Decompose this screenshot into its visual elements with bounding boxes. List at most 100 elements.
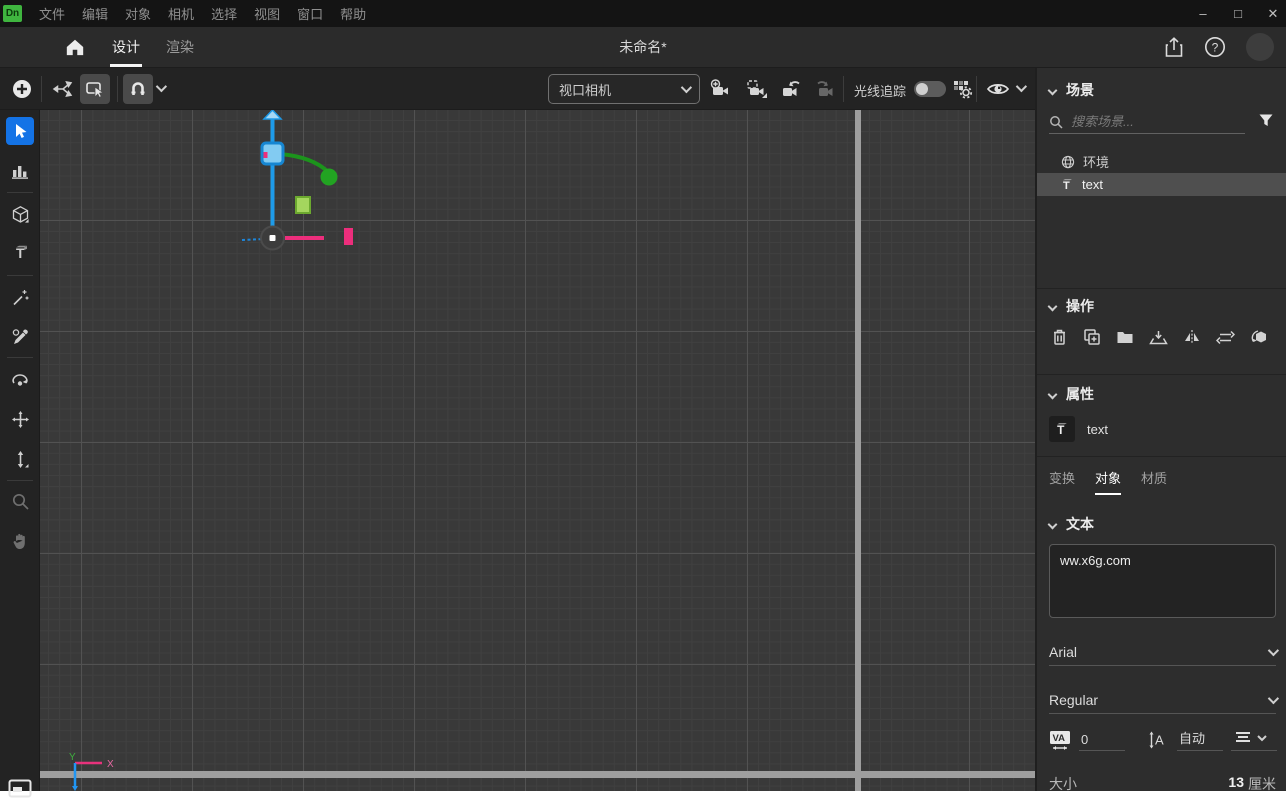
flip-mirror-icon[interactable] [1183, 329, 1201, 345]
leading-input[interactable]: 自动 [1177, 728, 1223, 751]
grid-axis-vertical [855, 110, 861, 791]
menubar: Dn 文件 编辑 对象 相机 选择 视图 窗口 帮助 – □ ✕ [0, 0, 1286, 27]
hand-tool[interactable] [6, 527, 34, 555]
render-settings-icon[interactable] [947, 74, 977, 104]
camera-undo-button[interactable] [777, 74, 807, 104]
selected-object-row[interactable]: T text [1049, 416, 1108, 442]
axis-y-label: Y [69, 752, 76, 763]
svg-text:T: T [1063, 180, 1070, 191]
svg-text:T: T [1057, 423, 1065, 436]
svg-text:A: A [1155, 733, 1164, 748]
camera-redo-button [810, 74, 840, 104]
delete-trash-icon[interactable] [1051, 328, 1068, 346]
right-panel: 场景 环境 T [1035, 68, 1286, 791]
shapes-cube-tool[interactable] [6, 200, 34, 228]
scene-search[interactable] [1049, 110, 1245, 134]
scene-search-input[interactable] [1071, 114, 1221, 129]
swap-arrows-icon[interactable] [1216, 330, 1235, 345]
camera-add-bookmark-button[interactable] [706, 74, 736, 104]
group-folder-icon[interactable] [1116, 329, 1134, 345]
chevron-down-icon [1048, 519, 1058, 529]
tracking-icon: VA [1049, 729, 1071, 751]
viewport-canvas[interactable]: Y X [40, 110, 1035, 791]
menu-window[interactable]: 窗口 [297, 4, 323, 23]
text-section-header[interactable]: 文本 [1049, 514, 1094, 534]
snap-options-chevron-icon[interactable] [156, 81, 167, 92]
properties-section-header[interactable]: 属性 [1049, 384, 1094, 404]
home-button[interactable] [64, 37, 86, 57]
search-icon [1049, 115, 1063, 129]
sampler-eyedropper-tool[interactable] [6, 322, 34, 350]
app-logo: Dn [3, 5, 22, 22]
text-3d-icon: T [1049, 416, 1075, 442]
scene-scale-tool[interactable] [6, 157, 34, 185]
actions-section-header[interactable]: 操作 [1049, 296, 1094, 316]
text-tool[interactable]: T [6, 239, 34, 267]
menu-view[interactable]: 视图 [254, 4, 280, 23]
move-to-ground-icon[interactable] [1149, 329, 1168, 346]
scene-item-text[interactable]: T text [1037, 173, 1286, 196]
menu-file[interactable]: 文件 [39, 4, 65, 23]
scene-section-header[interactable]: 场景 [1049, 80, 1094, 100]
pan-camera-tool[interactable] [6, 405, 34, 433]
font-style-select[interactable]: Regular [1049, 686, 1276, 714]
tool-rail: T [0, 110, 40, 791]
move-tool-icon[interactable] [48, 74, 78, 104]
align-select[interactable] [1231, 729, 1277, 751]
dolly-camera-tool[interactable] [6, 445, 34, 473]
tab-object[interactable]: 对象 [1095, 468, 1121, 495]
tab-design[interactable]: 设计 [112, 27, 140, 67]
toolbar: 视口相机 [0, 68, 1035, 110]
view-settings-eye-icon[interactable] [983, 74, 1013, 104]
menu-object[interactable]: 对象 [125, 4, 151, 23]
filter-icon[interactable] [1258, 112, 1274, 128]
menu-help[interactable]: 帮助 [340, 4, 366, 23]
render-preview-toggle[interactable] [6, 774, 34, 802]
tab-render[interactable]: 渲染 [166, 27, 194, 67]
view-settings-chevron-icon[interactable] [1016, 81, 1027, 92]
avatar[interactable] [1246, 33, 1274, 61]
help-icon[interactable]: ? [1204, 36, 1226, 58]
grid-axis-horizontal [40, 771, 1035, 778]
magic-wand-tool[interactable] [6, 283, 34, 311]
menu-camera[interactable]: 相机 [168, 4, 194, 23]
orbit-cube-icon[interactable] [1250, 328, 1269, 346]
size-value[interactable]: 13 [1228, 774, 1244, 791]
tab-material[interactable]: 材质 [1141, 468, 1167, 495]
menu-edit[interactable]: 编辑 [82, 4, 108, 23]
maximize-button[interactable]: □ [1231, 6, 1245, 21]
share-icon[interactable] [1164, 36, 1184, 58]
transform-gizmo[interactable] [40, 110, 460, 330]
raytrace-label: 光线追踪 [854, 81, 906, 100]
chevron-down-icon [1048, 301, 1058, 311]
svg-text:VA: VA [1053, 733, 1066, 744]
duplicate-icon[interactable] [1083, 328, 1101, 346]
zoom-tool[interactable] [6, 487, 34, 515]
chevron-down-icon [1268, 692, 1279, 703]
add-content-button[interactable] [7, 74, 37, 104]
orbit-camera-tool[interactable] [6, 365, 34, 393]
leading-icon: A [1147, 729, 1169, 751]
select-tool[interactable] [6, 117, 34, 145]
size-label: 大小 [1049, 774, 1077, 791]
camera-view-select[interactable]: 视口相机 [548, 74, 700, 104]
minimize-button[interactable]: – [1196, 6, 1210, 21]
scene-item-environment[interactable]: 环境 [1037, 150, 1286, 173]
size-row[interactable]: 大小 13 厘米 [1049, 774, 1276, 791]
font-family-select[interactable]: Arial [1049, 638, 1276, 666]
raytrace-toggle[interactable] [914, 81, 946, 97]
tracking-input[interactable]: 0 [1079, 732, 1125, 751]
app-header: 设计 渲染 未命名* ? [0, 27, 1286, 68]
home-icon [64, 37, 86, 57]
axis-x-label: X [107, 759, 114, 770]
axis-indicator: Y X [52, 732, 142, 791]
snap-magnet-button[interactable] [123, 74, 153, 104]
chevron-down-icon [681, 82, 692, 93]
tab-transform[interactable]: 变换 [1049, 468, 1075, 495]
select-mode-button[interactable] [80, 74, 110, 104]
chevron-down-icon [1048, 85, 1058, 95]
menu-select[interactable]: 选择 [211, 4, 237, 23]
close-button[interactable]: ✕ [1266, 6, 1280, 22]
camera-bookmarks-button[interactable] [742, 74, 772, 104]
text-content-input[interactable]: ww.x6g.com [1049, 544, 1276, 618]
